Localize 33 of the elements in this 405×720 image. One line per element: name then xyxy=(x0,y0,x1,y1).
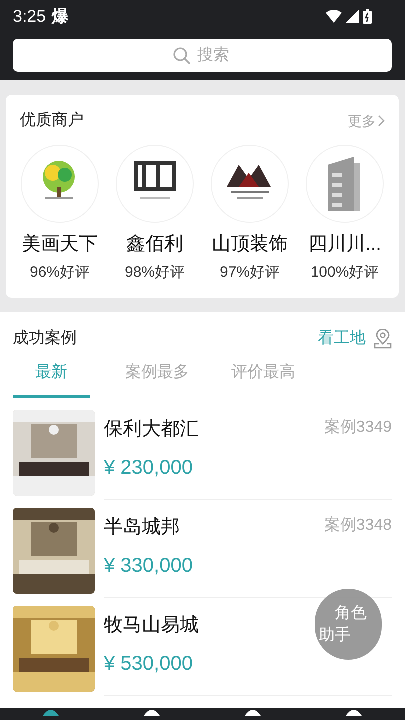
case-price: ¥ 230,000 xyxy=(104,456,194,480)
tab[interactable]: 案例最多 xyxy=(119,361,196,398)
search-icon xyxy=(173,47,191,65)
merchant-name: 美画天下 xyxy=(22,232,98,257)
merchant-rating: 98%好评 xyxy=(124,262,186,282)
site-link[interactable]: 看工地 xyxy=(318,327,392,351)
status-time: 3:25 xyxy=(13,6,46,28)
chevron-right-icon xyxy=(378,115,385,127)
wifi-icon xyxy=(326,10,342,23)
case-name: 保利大都汇 xyxy=(104,418,199,442)
case-price: ¥ 530,000 xyxy=(104,652,194,676)
more-link[interactable]: 更多 xyxy=(348,110,385,132)
case-name: 牧马山易城 xyxy=(104,614,199,638)
merchant-rating: 97%好评 xyxy=(220,262,280,282)
merchant-rating: 96%好评 xyxy=(30,262,90,282)
tab[interactable]: 最新 xyxy=(13,361,90,398)
tab[interactable]: 评价最高 xyxy=(225,361,302,398)
location-pin-icon xyxy=(374,329,392,349)
merchant-name: 山顶装饰 xyxy=(212,233,288,257)
case-count: 案例3349 xyxy=(324,417,392,438)
section-title: 成功案例 xyxy=(13,328,77,349)
merchant-name: 鑫佰利 xyxy=(126,233,184,257)
case-price: ¥ 330,000 xyxy=(104,554,194,578)
merchant-name: 四川川... xyxy=(308,233,382,257)
battery-icon xyxy=(363,9,372,24)
case-name: 半岛城邦 xyxy=(104,516,180,540)
case-count: 案例3348 xyxy=(324,515,392,536)
notification-text: 爆 xyxy=(52,6,70,28)
search-field[interactable]: 搜索 xyxy=(13,39,392,72)
building-icon xyxy=(306,145,384,223)
merchant-rating: 100%好评 xyxy=(310,262,380,282)
signal-icon xyxy=(346,10,359,23)
section-title: 优质商户 xyxy=(20,110,84,131)
